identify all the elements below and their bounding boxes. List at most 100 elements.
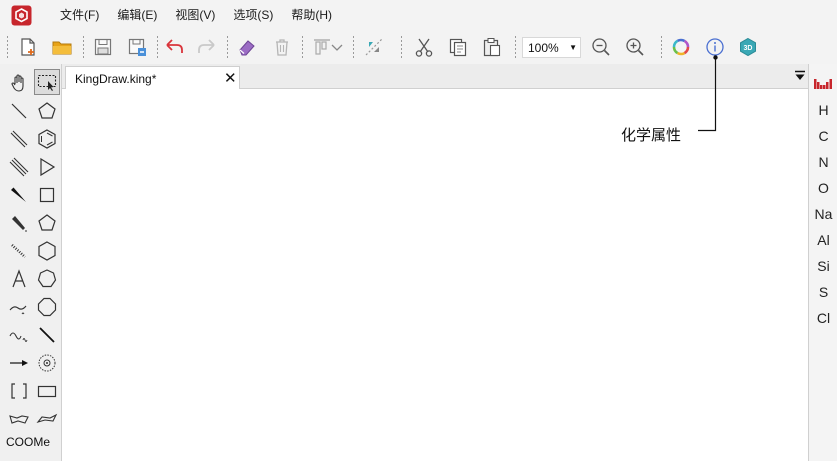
cyclopentane-tool[interactable] [34,98,60,124]
zoom-in-button[interactable] [623,35,647,59]
hashed-bond-tool[interactable] [6,238,32,264]
annotation-label: 化学属性 [621,127,682,144]
zoom-out-button[interactable] [589,35,613,59]
menu-edit[interactable]: 编辑(E) [117,7,157,23]
triple-bond-icon [9,157,29,177]
double-bond-tool[interactable] [6,126,32,152]
align-dropdown[interactable] [329,35,345,59]
undo-button[interactable] [162,35,186,59]
drawing-canvas[interactable] [62,89,808,461]
menu-view[interactable]: 视图(V) [175,7,215,23]
triple-bond-tool[interactable] [6,154,32,180]
sugar-ring-tool[interactable] [6,406,32,432]
element-sulfur[interactable]: S [809,284,837,300]
arrow-tool[interactable] [6,350,32,376]
open-file-button[interactable] [50,35,74,59]
toolbar-separator [227,36,228,58]
element-sodium[interactable]: Na [809,206,837,222]
flip-button[interactable] [362,35,386,59]
heptagon-tool[interactable] [34,266,60,292]
element-carbon[interactable]: C [809,128,837,144]
zoom-out-icon [592,38,610,56]
close-icon[interactable]: ✕ [224,69,237,87]
hexagon-tool[interactable] [34,238,60,264]
bold-bond-tool[interactable] [6,210,32,236]
menu-file[interactable]: 文件(F) [60,7,99,23]
orbital-icon [38,354,56,372]
paste-button[interactable] [480,35,504,59]
element-silicon[interactable]: Si [809,258,837,274]
functional-group-tool[interactable]: COOMe [6,435,50,449]
tab-list-menu-icon[interactable] [794,70,806,82]
single-bond-icon [11,103,27,119]
rectangle-tool[interactable] [34,378,60,404]
toolbar-separator [157,36,158,58]
save-button[interactable] [91,35,115,59]
new-file-icon [21,38,35,56]
save-as-icon [128,38,146,56]
toolbar-separator [302,36,303,58]
chain-icon [9,305,27,315]
menu-help[interactable]: 帮助(H) [291,7,332,23]
pentagon-alt-tool[interactable] [34,210,60,236]
single-bond-tool[interactable] [6,98,32,124]
benzene-tool[interactable] [34,126,60,152]
haworth-ring-icon [9,415,29,424]
cut-button[interactable] [412,35,436,59]
document-tab[interactable]: KingDraw.king* ✕ [65,66,240,90]
orbital-tool[interactable] [34,350,60,376]
curve-tool[interactable] [6,322,32,348]
toolbar-separator [515,36,516,58]
bracket-tool[interactable] [6,378,32,404]
delete-button[interactable] [270,35,294,59]
text-tool[interactable] [6,266,32,292]
undo-icon [166,39,183,53]
chevron-down-icon [331,44,343,51]
save-icon [94,38,112,56]
heptagon-icon [37,269,57,288]
annotation-callout-line [698,55,718,132]
bracket-icon [11,383,27,399]
element-hydrogen[interactable]: H [809,102,837,118]
dropdown-arrow-icon: ▼ [569,43,577,52]
app-logo-icon[interactable] [11,5,32,26]
eraser-button[interactable] [235,35,259,59]
octagon-tool[interactable] [34,294,60,320]
svg-text:3D: 3D [744,45,753,52]
octagon-icon [37,297,57,317]
flip-icon [365,38,383,56]
rectangle-icon [37,385,57,398]
save-as-button[interactable] [125,35,149,59]
periodic-table-icon[interactable] [814,77,833,89]
element-oxygen[interactable]: O [809,180,837,196]
delete-icon [276,39,288,56]
element-nitrogen[interactable]: N [809,154,837,170]
line-tool[interactable] [34,322,60,348]
select-tool[interactable] [34,69,60,95]
hand-icon [11,74,24,92]
hand-tool[interactable] [6,70,32,96]
chain-tool[interactable] [6,294,32,320]
menu-options[interactable]: 选项(S) [233,7,273,23]
toolbar-grip [7,36,8,58]
3d-view-button[interactable]: 3D [736,35,760,59]
selection-marquee-icon [37,74,57,91]
toolbar-separator [353,36,354,58]
chair-ring-tool[interactable] [34,406,60,432]
wedge-bond-tool[interactable] [6,182,32,208]
element-aluminium[interactable]: Al [809,232,837,248]
color-wheel-icon [672,38,690,56]
curve-icon [9,332,28,342]
redo-button[interactable] [195,35,219,59]
pentagon-icon [38,102,56,119]
redo-icon [198,39,215,53]
new-file-button[interactable] [16,35,40,59]
square-tool[interactable] [34,182,60,208]
element-chlorine[interactable]: Cl [809,310,837,326]
triangle-tool[interactable] [34,154,60,180]
pentagon-outline-icon [38,214,56,231]
text-a-icon [12,269,26,288]
3d-icon: 3D [740,37,756,57]
zoom-select[interactable]: 100% ▼ [522,37,581,58]
copy-button[interactable] [446,35,470,59]
